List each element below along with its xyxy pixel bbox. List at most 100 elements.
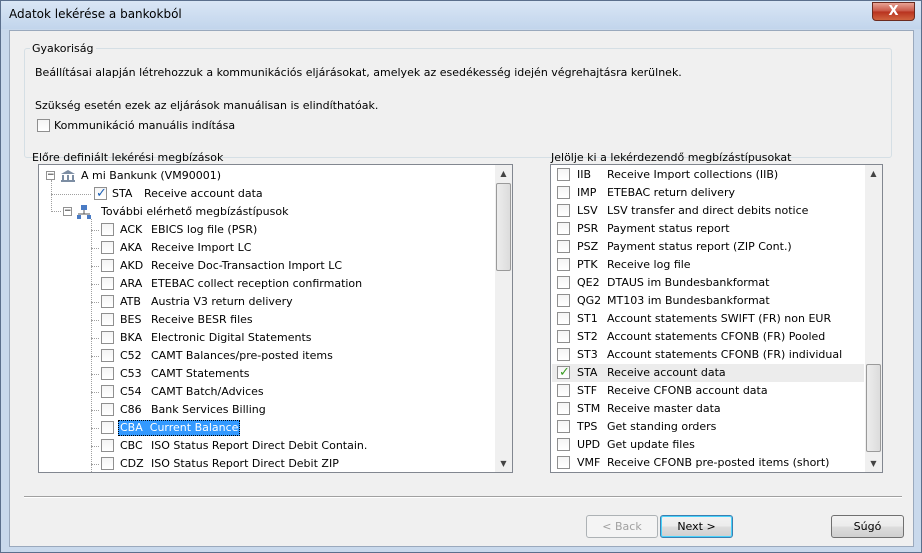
item-checkbox[interactable]	[101, 385, 114, 398]
item-description: Receive Import LC	[151, 241, 252, 254]
item-checkbox[interactable]	[101, 313, 114, 326]
help-button[interactable]: Súgó	[831, 515, 904, 538]
sta-checkbox[interactable]: ✓	[94, 187, 107, 200]
item-checkbox[interactable]	[101, 403, 114, 416]
item-checkbox[interactable]	[101, 223, 114, 236]
item-checkbox[interactable]	[101, 349, 114, 362]
item-checkbox[interactable]	[557, 276, 570, 289]
item-description: Get update files	[607, 438, 695, 451]
item-description: Receive BESR files	[151, 313, 253, 326]
collapse-icon[interactable]: −	[63, 207, 72, 216]
collapse-icon[interactable]: −	[46, 171, 55, 180]
network-icon	[77, 205, 91, 219]
title-bar[interactable]: Adatok lekérése a bankokból X	[1, 1, 921, 29]
item-description: Receive CFONB account data	[607, 384, 768, 397]
item-checkbox[interactable]	[101, 421, 114, 434]
item-description: ETEBAC collect reception confirmation	[151, 277, 363, 290]
scroll-up-icon[interactable]: ▲	[495, 165, 512, 182]
item-checkbox[interactable]	[557, 348, 570, 361]
item-checkbox[interactable]	[557, 186, 570, 199]
dialog-client-area: Gyakoriság Beállításai alapján létrehozz…	[9, 30, 914, 547]
right-scrollbar[interactable]: ▲ ▼	[865, 165, 882, 472]
item-description: ISO Status Report Direct Debit Contain.	[151, 439, 368, 452]
item-code: TPS	[577, 420, 598, 433]
item-checkbox[interactable]	[557, 456, 570, 469]
item-checkbox[interactable]	[101, 331, 114, 344]
item-code: QE2	[577, 276, 600, 289]
item-description: EBICS log file (PSR)	[151, 223, 258, 236]
item-code: C86	[120, 403, 142, 416]
item-code: ST3	[577, 348, 598, 361]
item-code: CBA	[120, 421, 143, 434]
scroll-down-icon[interactable]: ▼	[495, 455, 512, 472]
request-types-list[interactable]: IIB Receive Import collections (IIB) IMP E…	[550, 164, 883, 473]
item-checkbox[interactable]	[101, 367, 114, 380]
list-item-checked[interactable]: ✓ STA Receive account data	[552, 364, 864, 382]
item-checkbox[interactable]	[557, 330, 570, 343]
scroll-up-icon[interactable]: ▲	[865, 165, 882, 182]
predefined-requests-tree[interactable]: − A mi Bankunk (VM90001) ✓ STA Receive a…	[38, 164, 513, 473]
item-description: Bank Services Billing	[151, 403, 266, 416]
item-code: ACK	[120, 223, 143, 236]
item-description: LSV transfer and direct debits notice	[607, 204, 809, 217]
item-description: CAMT Statements	[151, 367, 250, 380]
scroll-thumb[interactable]	[496, 183, 511, 271]
item-description: Receive account data	[607, 366, 726, 379]
item-code: BES	[120, 313, 142, 326]
manual-start-checkbox[interactable]	[37, 119, 50, 132]
left-scrollbar[interactable]: ▲ ▼	[495, 165, 512, 472]
scroll-thumb[interactable]	[866, 364, 881, 452]
manual-start-label: Kommunikáció manuális indítása	[54, 119, 236, 132]
item-checkbox[interactable]	[101, 295, 114, 308]
item-code: ARA	[120, 277, 143, 290]
footer-separator	[24, 496, 902, 498]
item-checkbox[interactable]	[557, 312, 570, 325]
window-title: Adatok lekérése a bankokból	[9, 7, 182, 21]
item-code: STF	[577, 384, 598, 397]
item-code: STM	[577, 402, 601, 415]
item-checkbox[interactable]	[557, 294, 570, 307]
item-checkbox[interactable]	[557, 438, 570, 451]
item-description: Payment status report (ZIP Cont.)	[607, 240, 792, 253]
item-checkbox[interactable]	[557, 168, 570, 181]
item-checkbox[interactable]	[557, 222, 570, 235]
item-description: Austria V3 return delivery	[151, 295, 293, 308]
item-checkbox[interactable]	[557, 384, 570, 397]
item-checkbox[interactable]: ✓	[557, 366, 570, 379]
item-checkbox[interactable]	[557, 204, 570, 217]
item-checkbox[interactable]	[101, 439, 114, 452]
bank-name: A mi Bankunk (VM90001)	[81, 169, 221, 182]
item-code: AKA	[120, 241, 143, 254]
item-checkbox[interactable]	[557, 258, 570, 271]
item-description: Account statements SWIFT (FR) non EUR	[607, 312, 832, 325]
tree-bank-node[interactable]: − A mi Bankunk (VM90001)	[43, 167, 493, 185]
close-button[interactable]: X	[872, 2, 915, 21]
item-checkbox[interactable]	[557, 402, 570, 415]
item-checkbox[interactable]	[557, 240, 570, 253]
bank-icon	[61, 170, 75, 182]
select-types-label: Jelölje ki a lekérdezendő megbízástípuso…	[551, 151, 792, 164]
group-name: További elérhető megbízástípusok	[101, 205, 289, 218]
item-code: STA	[577, 366, 598, 379]
item-code: IIB	[577, 168, 592, 181]
item-code: ATB	[120, 295, 141, 308]
item-checkbox[interactable]	[101, 241, 114, 254]
item-checkbox[interactable]	[101, 277, 114, 290]
item-checkbox[interactable]	[557, 420, 570, 433]
item-checkbox[interactable]	[101, 457, 114, 470]
request-code: STA	[112, 187, 133, 200]
item-description: Account statements CFONB (FR) Pooled	[607, 330, 826, 343]
item-description: Receive log file	[607, 258, 691, 271]
item-code: VMF	[577, 456, 601, 469]
next-button[interactable]: Next >	[660, 515, 733, 538]
scroll-down-icon[interactable]: ▼	[865, 455, 882, 472]
item-description: Receive CFONB pre-posted items (short)	[607, 456, 830, 469]
back-button[interactable]: < Back	[586, 515, 658, 538]
tree-group-node[interactable]: − További elérhető megbízástípusok	[63, 203, 483, 221]
dialog-window: Adatok lekérése a bankokból X Gyakoriság…	[0, 0, 922, 553]
tree-sta-node[interactable]: ✓ STA Receive account data	[94, 185, 494, 203]
frequency-description: Beállításai alapján létrehozzuk a kommun…	[35, 66, 682, 79]
item-description: CAMT Balances/pre-posted items	[151, 349, 333, 362]
item-checkbox[interactable]	[101, 259, 114, 272]
check-icon: ✓	[96, 186, 107, 201]
